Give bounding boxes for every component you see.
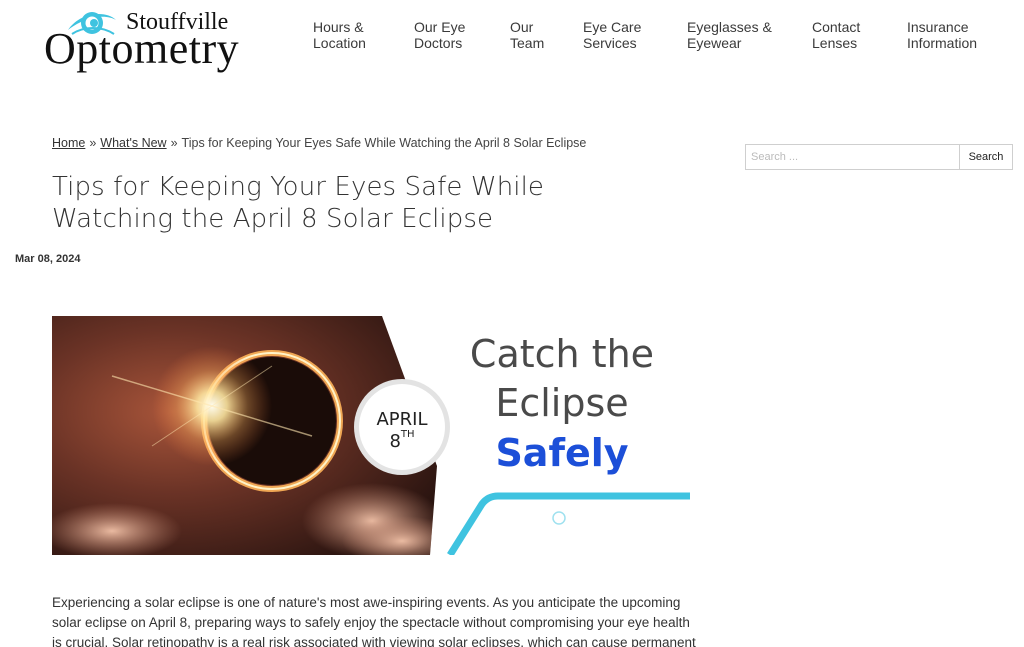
badge-day-number: 8	[389, 431, 401, 452]
breadcrumb-current: Tips for Keeping Your Eyes Safe While Wa…	[181, 136, 587, 150]
nav-label: Lenses	[812, 35, 858, 51]
post-date: Mar 08, 2024	[15, 253, 81, 265]
nav-label: Our Eye	[414, 19, 466, 35]
badge-day: 8TH	[359, 429, 445, 452]
hero-headline-line3: Safely	[495, 431, 629, 475]
hero-banner: APRIL 8TH Catch the Eclipse Safely	[52, 316, 690, 555]
article-body: Experiencing a solar eclipse is one of n…	[52, 595, 696, 647]
breadcrumb-separator: »	[89, 136, 97, 150]
search-input[interactable]	[746, 145, 960, 169]
breadcrumb-whats-new-link[interactable]: What's New	[100, 136, 166, 150]
date-badge: APRIL 8TH	[359, 384, 445, 470]
nav-eye-care-services[interactable]: Eye Care Services	[583, 19, 641, 51]
hero-headline-line2: Eclipse	[495, 381, 629, 425]
breadcrumb-separator: »	[170, 136, 178, 150]
nav-label: Doctors	[414, 35, 463, 51]
search-button[interactable]: Search	[960, 145, 1012, 169]
site-logo[interactable]: Stouffville Optometry	[44, 6, 259, 72]
hero-headline-line1: Catch the	[469, 332, 655, 376]
nav-label: Contact	[812, 19, 861, 35]
nav-label: Information	[907, 35, 978, 51]
nav-our-team[interactable]: Our Team	[510, 19, 544, 51]
nav-our-eye-doctors[interactable]: Our Eye Doctors	[414, 19, 465, 51]
nav-insurance-information[interactable]: Insurance Information	[907, 19, 977, 51]
nav-label: Eyeglasses &	[687, 19, 772, 35]
badge-month: APRIL	[376, 409, 428, 430]
nav-hours-location[interactable]: Hours & Location	[313, 19, 366, 51]
nav-label: Location	[313, 35, 366, 51]
nav-label: Insurance	[907, 19, 969, 35]
breadcrumb: Home» What's New» Tips for Keeping Your Ey…	[52, 136, 586, 150]
search-form: Search	[745, 144, 1013, 170]
badge-day-suffix: TH	[400, 429, 415, 440]
logo-main-text: Optometry	[44, 24, 240, 73]
nav-contact-lenses[interactable]: Contact Lenses	[812, 19, 860, 51]
nav-label: Eyewear	[687, 35, 742, 51]
breadcrumb-home-link[interactable]: Home	[52, 136, 85, 150]
nav-eyeglasses-eyewear[interactable]: Eyeglasses & Eyewear	[687, 19, 772, 51]
nav-label: Team	[510, 35, 545, 51]
nav-label: Eye Care	[583, 19, 642, 35]
nav-label: Hours &	[313, 19, 364, 35]
nav-label: Services	[583, 35, 637, 51]
page-title: Tips for Keeping Your Eyes Safe While Wa…	[52, 172, 545, 234]
nav-label: Our	[510, 19, 534, 35]
